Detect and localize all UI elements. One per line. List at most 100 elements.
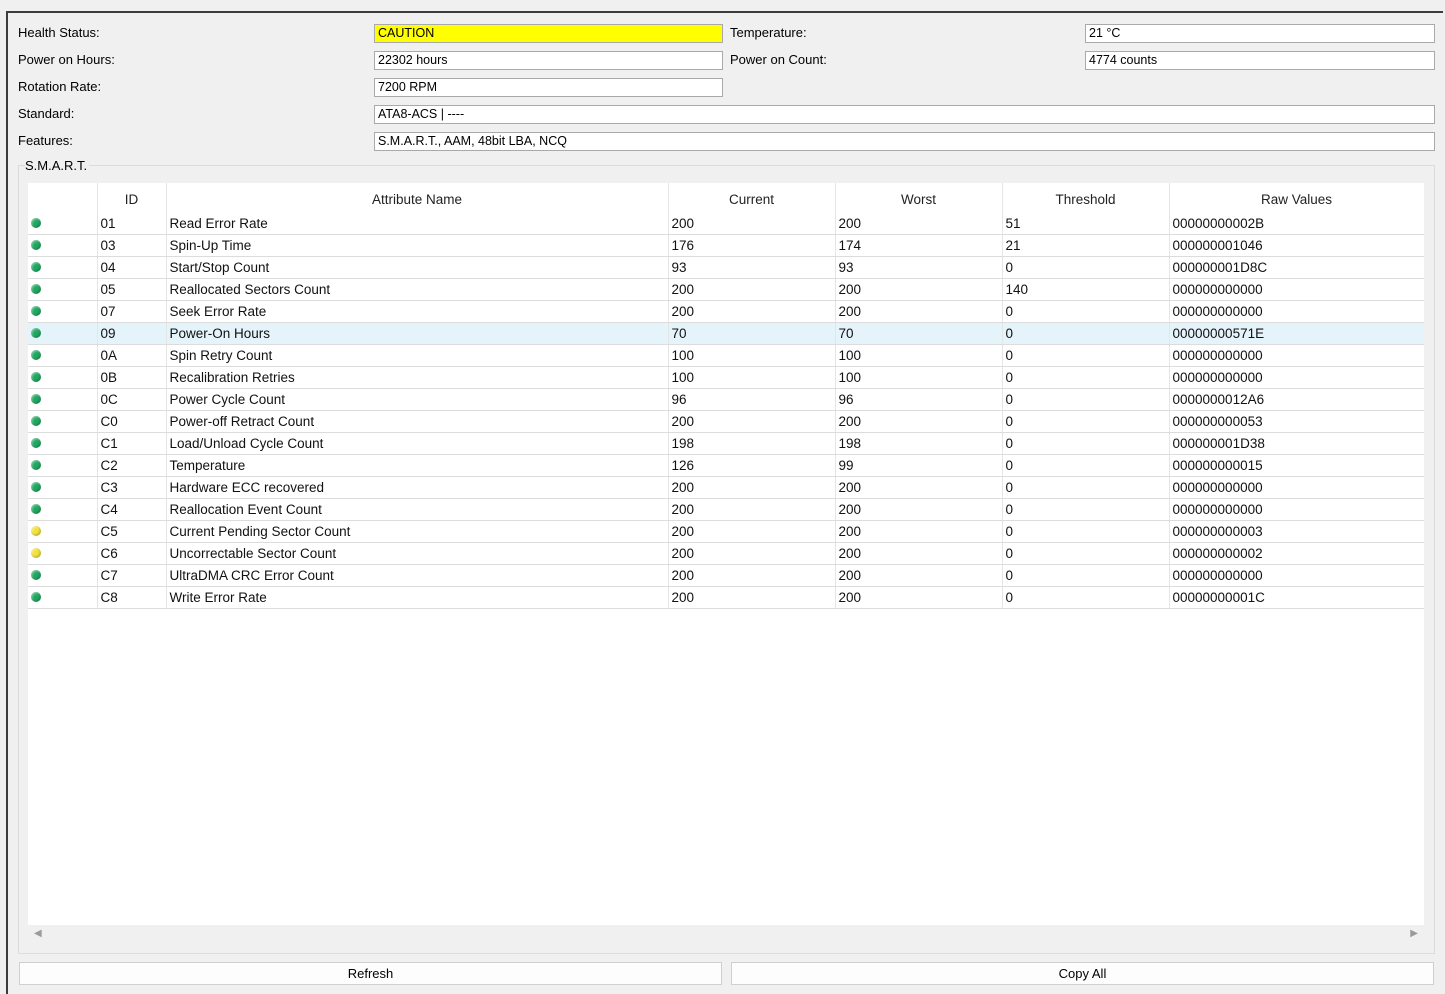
- current-cell: 200: [668, 498, 836, 521]
- column-header-threshold[interactable]: Threshold: [1002, 183, 1170, 213]
- table-row[interactable]: C3 Hardware ECC recovered 200 200 0 000000000…: [28, 476, 1424, 499]
- threshold-cell: 51: [1002, 213, 1170, 235]
- table-row[interactable]: 03 Spin-Up Time 176 174 21 000000001046: [28, 234, 1424, 257]
- status-cell: [28, 344, 98, 367]
- scroll-right-icon[interactable]: ▶: [1410, 928, 1418, 939]
- current-cell: 200: [668, 410, 836, 433]
- table-row[interactable]: 05 Reallocated Sectors Count 200 200 140 0000…: [28, 278, 1424, 301]
- smart-table: ID Attribute Name Current Worst Threshol…: [28, 183, 1424, 609]
- refresh-button[interactable]: Refresh: [19, 962, 722, 985]
- id-cell: 03: [97, 234, 167, 257]
- current-cell: 70: [668, 322, 836, 345]
- column-header-attribute-name[interactable]: Attribute Name: [166, 183, 669, 213]
- table-row[interactable]: C6 Uncorrectable Sector Count 200 200 0 00000…: [28, 542, 1424, 565]
- column-header-id[interactable]: ID: [97, 183, 167, 213]
- current-cell: 100: [668, 366, 836, 389]
- status-good-icon: [31, 262, 41, 273]
- status-cell: [28, 322, 98, 345]
- table-row[interactable]: 09 Power-On Hours 70 70 0 00000000571E: [28, 322, 1424, 345]
- current-cell: 200: [668, 586, 836, 609]
- table-row[interactable]: 04 Start/Stop Count 93 93 0 000000001D8C: [28, 256, 1424, 279]
- table-row[interactable]: 0A Spin Retry Count 100 100 0 000000000000: [28, 344, 1424, 367]
- worst-cell: 200: [835, 300, 1003, 323]
- status-good-icon: [31, 328, 41, 339]
- attribute-name-cell: Load/Unload Cycle Count: [166, 432, 669, 455]
- horizontal-scrollbar[interactable]: ◀ ▶: [28, 925, 1424, 945]
- current-cell: 200: [668, 476, 836, 499]
- raw-value-cell: 000000000000: [1169, 476, 1424, 499]
- power-on-count-label: Power on Count:: [730, 52, 827, 67]
- raw-value-cell: 000000001D38: [1169, 432, 1424, 455]
- table-row[interactable]: 0C Power Cycle Count 96 96 0 0000000012A6: [28, 388, 1424, 411]
- id-cell: C6: [97, 542, 167, 565]
- table-header-row: ID Attribute Name Current Worst Threshol…: [28, 183, 1424, 213]
- temperature-field[interactable]: 21 °C: [1085, 24, 1435, 43]
- power-on-hours-field[interactable]: 22302 hours: [374, 51, 723, 70]
- table-row[interactable]: C4 Reallocation Event Count 200 200 0 0000000…: [28, 498, 1424, 521]
- table-row[interactable]: C7 UltraDMA CRC Error Count 200 200 0 0000000…: [28, 564, 1424, 587]
- id-cell: 0A: [97, 344, 167, 367]
- scroll-left-icon[interactable]: ◀: [34, 928, 42, 939]
- status-cell: [28, 476, 98, 499]
- attribute-name-cell: Spin-Up Time: [166, 234, 669, 257]
- standard-label: Standard:: [18, 106, 75, 121]
- worst-cell: 200: [835, 213, 1003, 235]
- raw-value-cell: 000000000002: [1169, 542, 1424, 565]
- power-on-hours-label: Power on Hours:: [18, 52, 115, 67]
- status-caution-icon: [31, 548, 41, 559]
- column-header-worst[interactable]: Worst: [835, 183, 1003, 213]
- rotation-rate-field[interactable]: 7200 RPM: [374, 78, 723, 97]
- raw-value-cell: 0000000012A6: [1169, 388, 1424, 411]
- threshold-cell: 0: [1002, 388, 1170, 411]
- table-row[interactable]: 01 Read Error Rate 200 200 51 00000000002B: [28, 213, 1424, 235]
- status-good-icon: [31, 416, 41, 427]
- worst-cell: 200: [835, 476, 1003, 499]
- copy-all-button[interactable]: Copy All: [731, 962, 1434, 985]
- features-field[interactable]: S.M.A.R.T., AAM, 48bit LBA, NCQ: [374, 132, 1435, 151]
- threshold-cell: 140: [1002, 278, 1170, 301]
- attribute-name-cell: Hardware ECC recovered: [166, 476, 669, 499]
- attribute-name-cell: UltraDMA CRC Error Count: [166, 564, 669, 587]
- threshold-cell: 0: [1002, 322, 1170, 345]
- status-good-icon: [31, 482, 41, 493]
- table-row[interactable]: C2 Temperature 126 99 0 000000000015: [28, 454, 1424, 477]
- worst-cell: 100: [835, 366, 1003, 389]
- status-caution-icon: [31, 526, 41, 537]
- current-cell: 200: [668, 300, 836, 323]
- attribute-name-cell: Power Cycle Count: [166, 388, 669, 411]
- features-label: Features:: [18, 133, 73, 148]
- smart-table-container[interactable]: ID Attribute Name Current Worst Threshol…: [28, 183, 1424, 925]
- power-on-count-field[interactable]: 4774 counts: [1085, 51, 1435, 70]
- table-row[interactable]: 0B Recalibration Retries 100 100 0 0000000000…: [28, 366, 1424, 389]
- raw-value-cell: 00000000002B: [1169, 213, 1424, 235]
- threshold-cell: 0: [1002, 520, 1170, 543]
- raw-value-cell: 000000000053: [1169, 410, 1424, 433]
- worst-cell: 200: [835, 278, 1003, 301]
- column-header-raw-values[interactable]: Raw Values: [1169, 183, 1424, 213]
- worst-cell: 200: [835, 410, 1003, 433]
- id-cell: C0: [97, 410, 167, 433]
- standard-field[interactable]: ATA8-ACS | ----: [374, 105, 1435, 124]
- current-cell: 200: [668, 542, 836, 565]
- id-cell: C2: [97, 454, 167, 477]
- worst-cell: 93: [835, 256, 1003, 279]
- attribute-name-cell: Write Error Rate: [166, 586, 669, 609]
- current-cell: 200: [668, 564, 836, 587]
- status-good-icon: [31, 284, 41, 295]
- status-good-icon: [31, 438, 41, 449]
- worst-cell: 200: [835, 542, 1003, 565]
- table-row[interactable]: C1 Load/Unload Cycle Count 198 198 0 00000000…: [28, 432, 1424, 455]
- table-row[interactable]: 07 Seek Error Rate 200 200 0 000000000000: [28, 300, 1424, 323]
- status-good-icon: [31, 306, 41, 317]
- threshold-cell: 0: [1002, 300, 1170, 323]
- table-row[interactable]: C0 Power-off Retract Count 200 200 0 00000000…: [28, 410, 1424, 433]
- column-header-status[interactable]: [28, 183, 98, 213]
- status-good-icon: [31, 504, 41, 515]
- id-cell: 05: [97, 278, 167, 301]
- attribute-name-cell: Current Pending Sector Count: [166, 520, 669, 543]
- table-row[interactable]: C5 Current Pending Sector Count 200 200 0 000…: [28, 520, 1424, 543]
- status-good-icon: [31, 394, 41, 405]
- health-status-field[interactable]: CAUTION: [374, 24, 723, 43]
- column-header-current[interactable]: Current: [668, 183, 836, 213]
- table-row[interactable]: C8 Write Error Rate 200 200 0 00000000001C: [28, 586, 1424, 609]
